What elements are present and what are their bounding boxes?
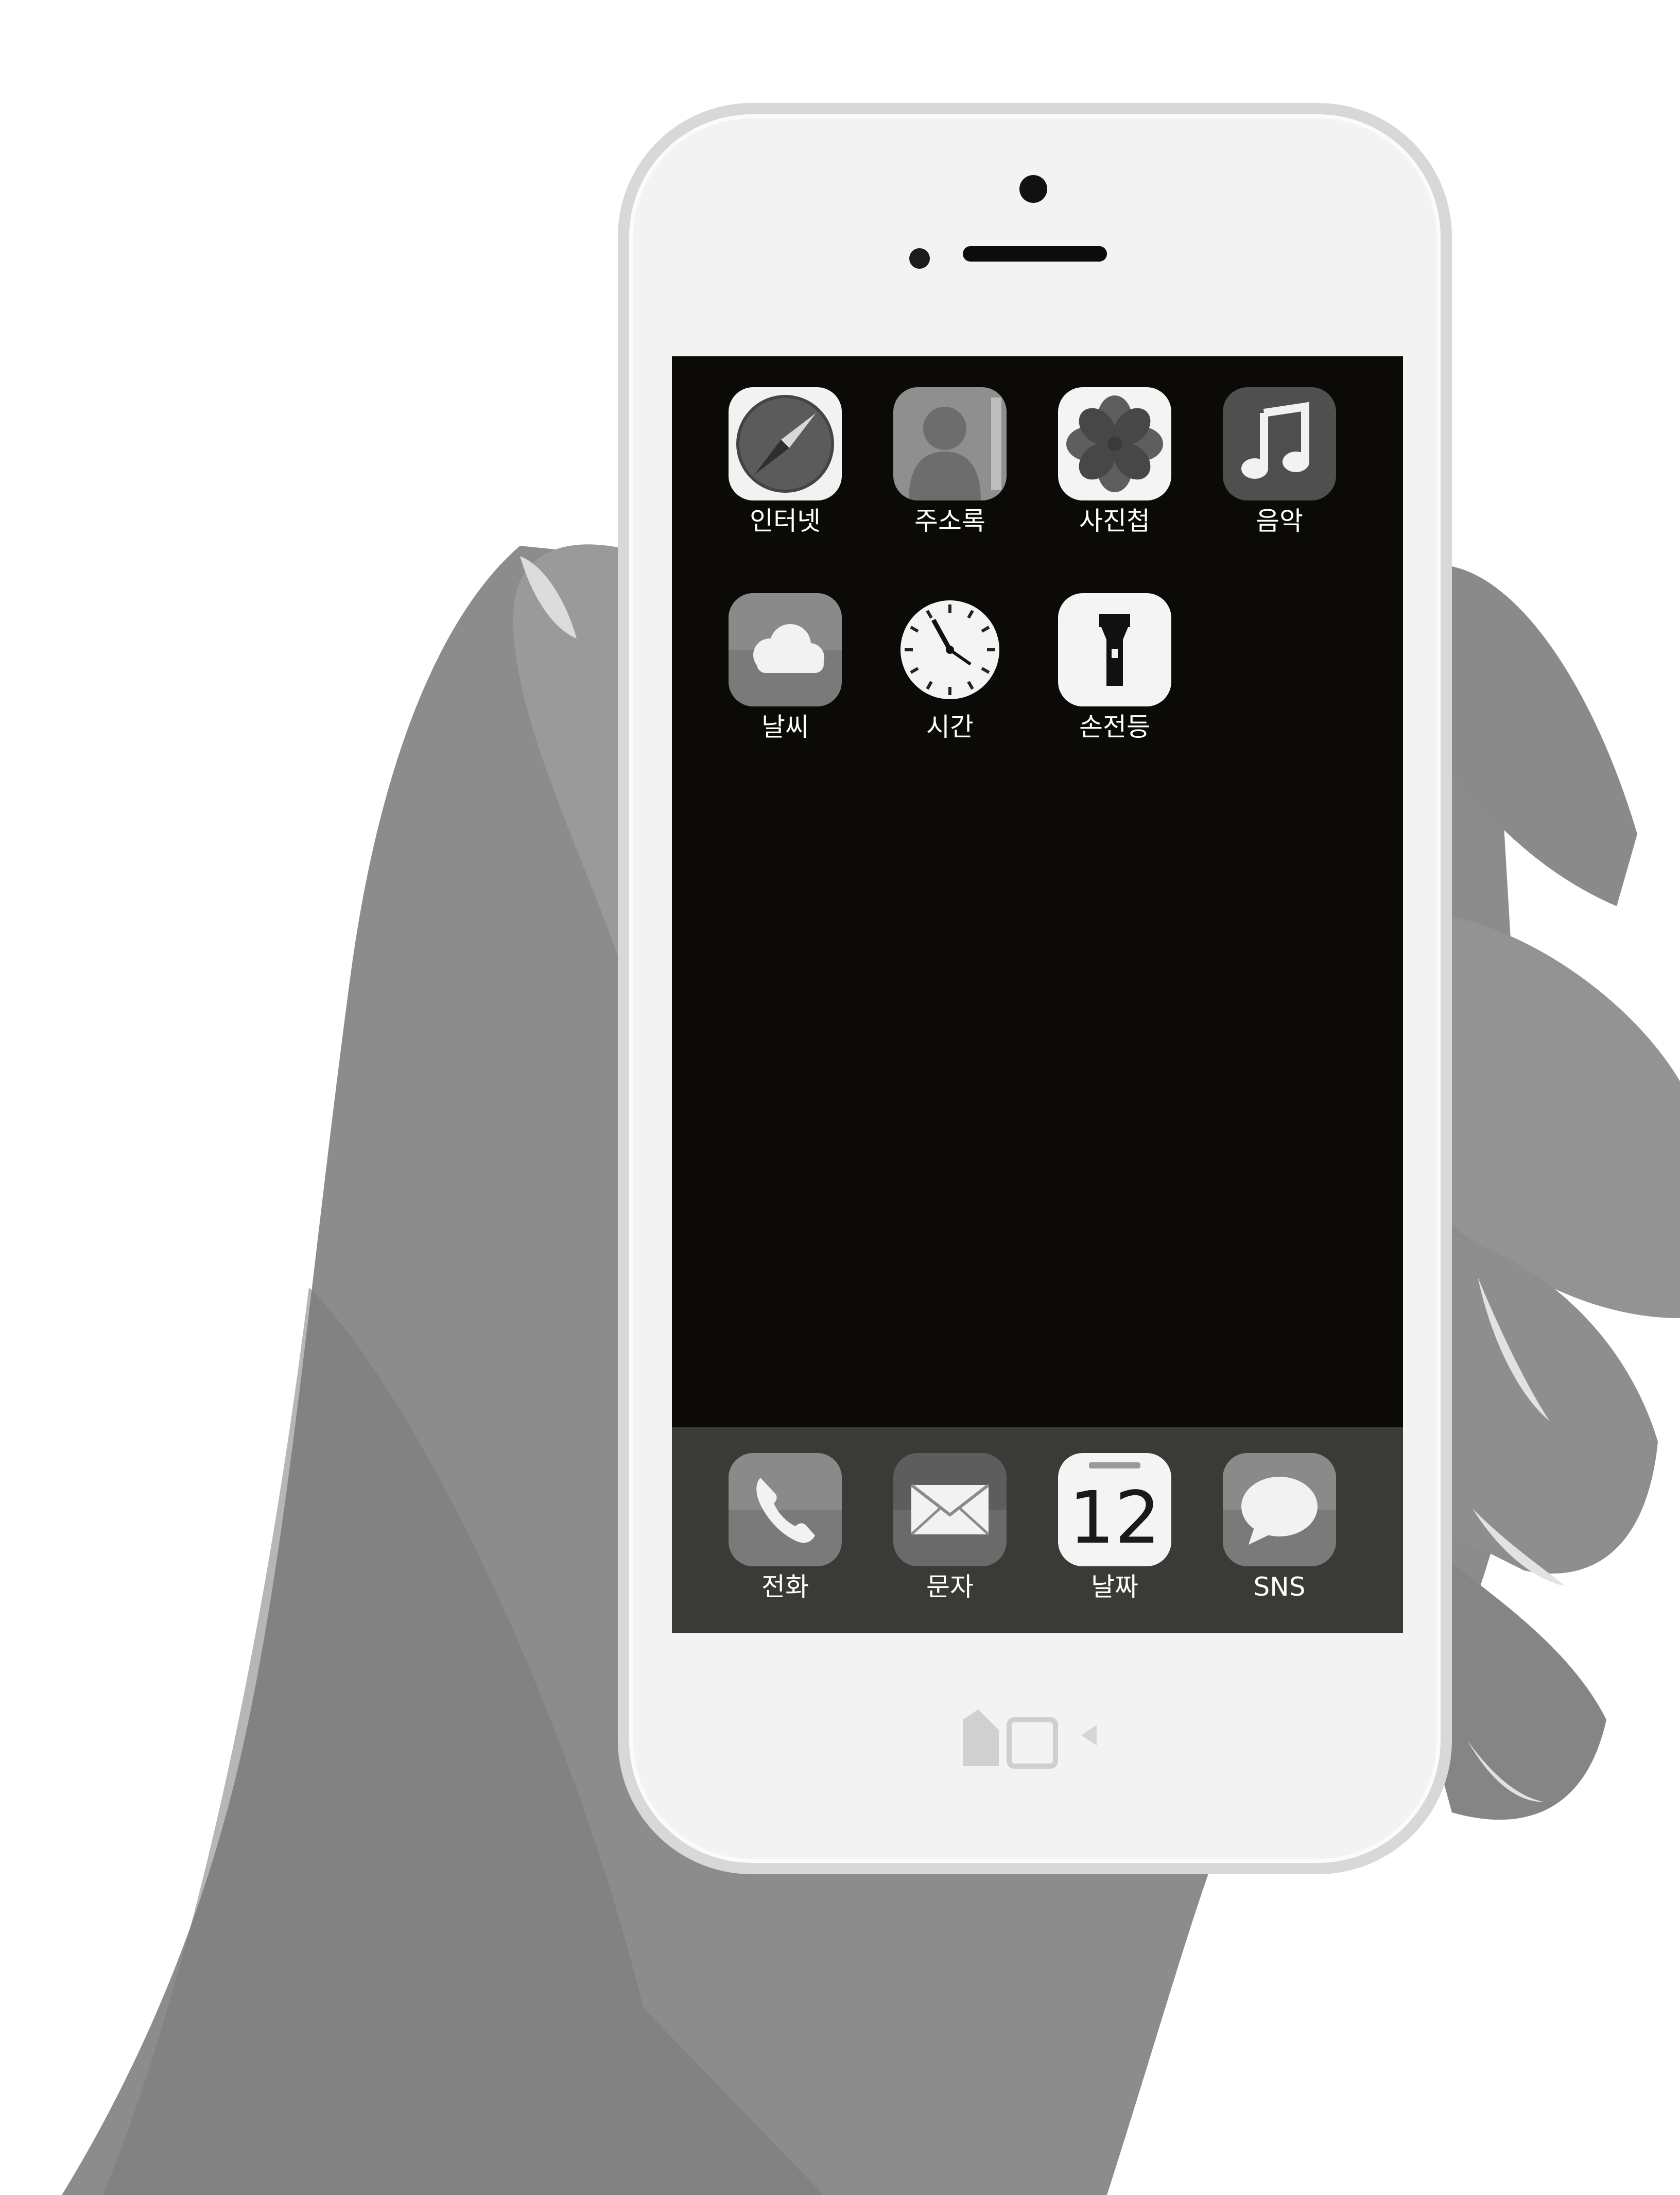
app-music[interactable]: 음악 [1197,387,1362,537]
chat-bubble-icon [1223,1453,1336,1566]
app-calendar[interactable]: 12 날짜 [1032,1453,1197,1602]
app-internet[interactable]: 인터넷 [703,387,868,537]
app-label: 인터넷 [750,506,821,536]
flashlight-icon [1058,593,1171,706]
music-note-icon [1223,387,1336,500]
app-label: 손전등 [1079,712,1150,742]
calendar-icon: 12 [1058,1453,1171,1566]
home-icon-grid: 인터넷 주소록 사진첩 음악 날씨 시간 손전등 [672,387,1403,742]
app-label: 전화 [761,1572,809,1602]
flower-icon [1058,387,1171,500]
app-label: SNS [1253,1572,1306,1602]
phone-screen: 인터넷 주소록 사진첩 음악 날씨 시간 손전등 전화 문자 12 날짜 SNS [672,356,1403,1633]
app-label: 문자 [926,1572,974,1602]
phone-handset-icon [729,1453,842,1566]
app-sns[interactable]: SNS [1197,1453,1362,1602]
envelope-icon [893,1453,1007,1566]
app-label: 날짜 [1091,1572,1138,1602]
clock-icon [893,593,1007,706]
app-label: 주소록 [914,506,985,536]
dock: 전화 문자 12 날짜 SNS [672,1427,1403,1633]
app-label: 시간 [926,712,974,742]
home-button[interactable] [958,1699,1122,1776]
app-label: 사진첩 [1079,506,1150,536]
app-messages[interactable]: 문자 [868,1453,1032,1602]
cloud-icon [729,593,842,706]
earpiece-speaker [963,246,1107,262]
app-weather[interactable]: 날씨 [703,593,868,742]
dock-icon-grid: 전화 문자 12 날짜 SNS [672,1453,1403,1602]
app-flashlight[interactable]: 손전등 [1032,593,1197,742]
app-phone[interactable]: 전화 [703,1453,868,1602]
app-clock[interactable]: 시간 [868,593,1032,742]
app-contacts[interactable]: 주소록 [868,387,1032,537]
contact-silhouette-icon [893,387,1007,500]
compass-icon [729,387,842,500]
app-label: 음악 [1256,506,1303,536]
proximity-sensor [909,248,930,269]
app-label: 날씨 [761,712,809,742]
home-button-icon [963,1709,1097,1769]
app-photos[interactable]: 사진첩 [1032,387,1197,537]
calendar-day-number: 12 [1068,1476,1161,1560]
front-camera-icon [1019,175,1047,203]
